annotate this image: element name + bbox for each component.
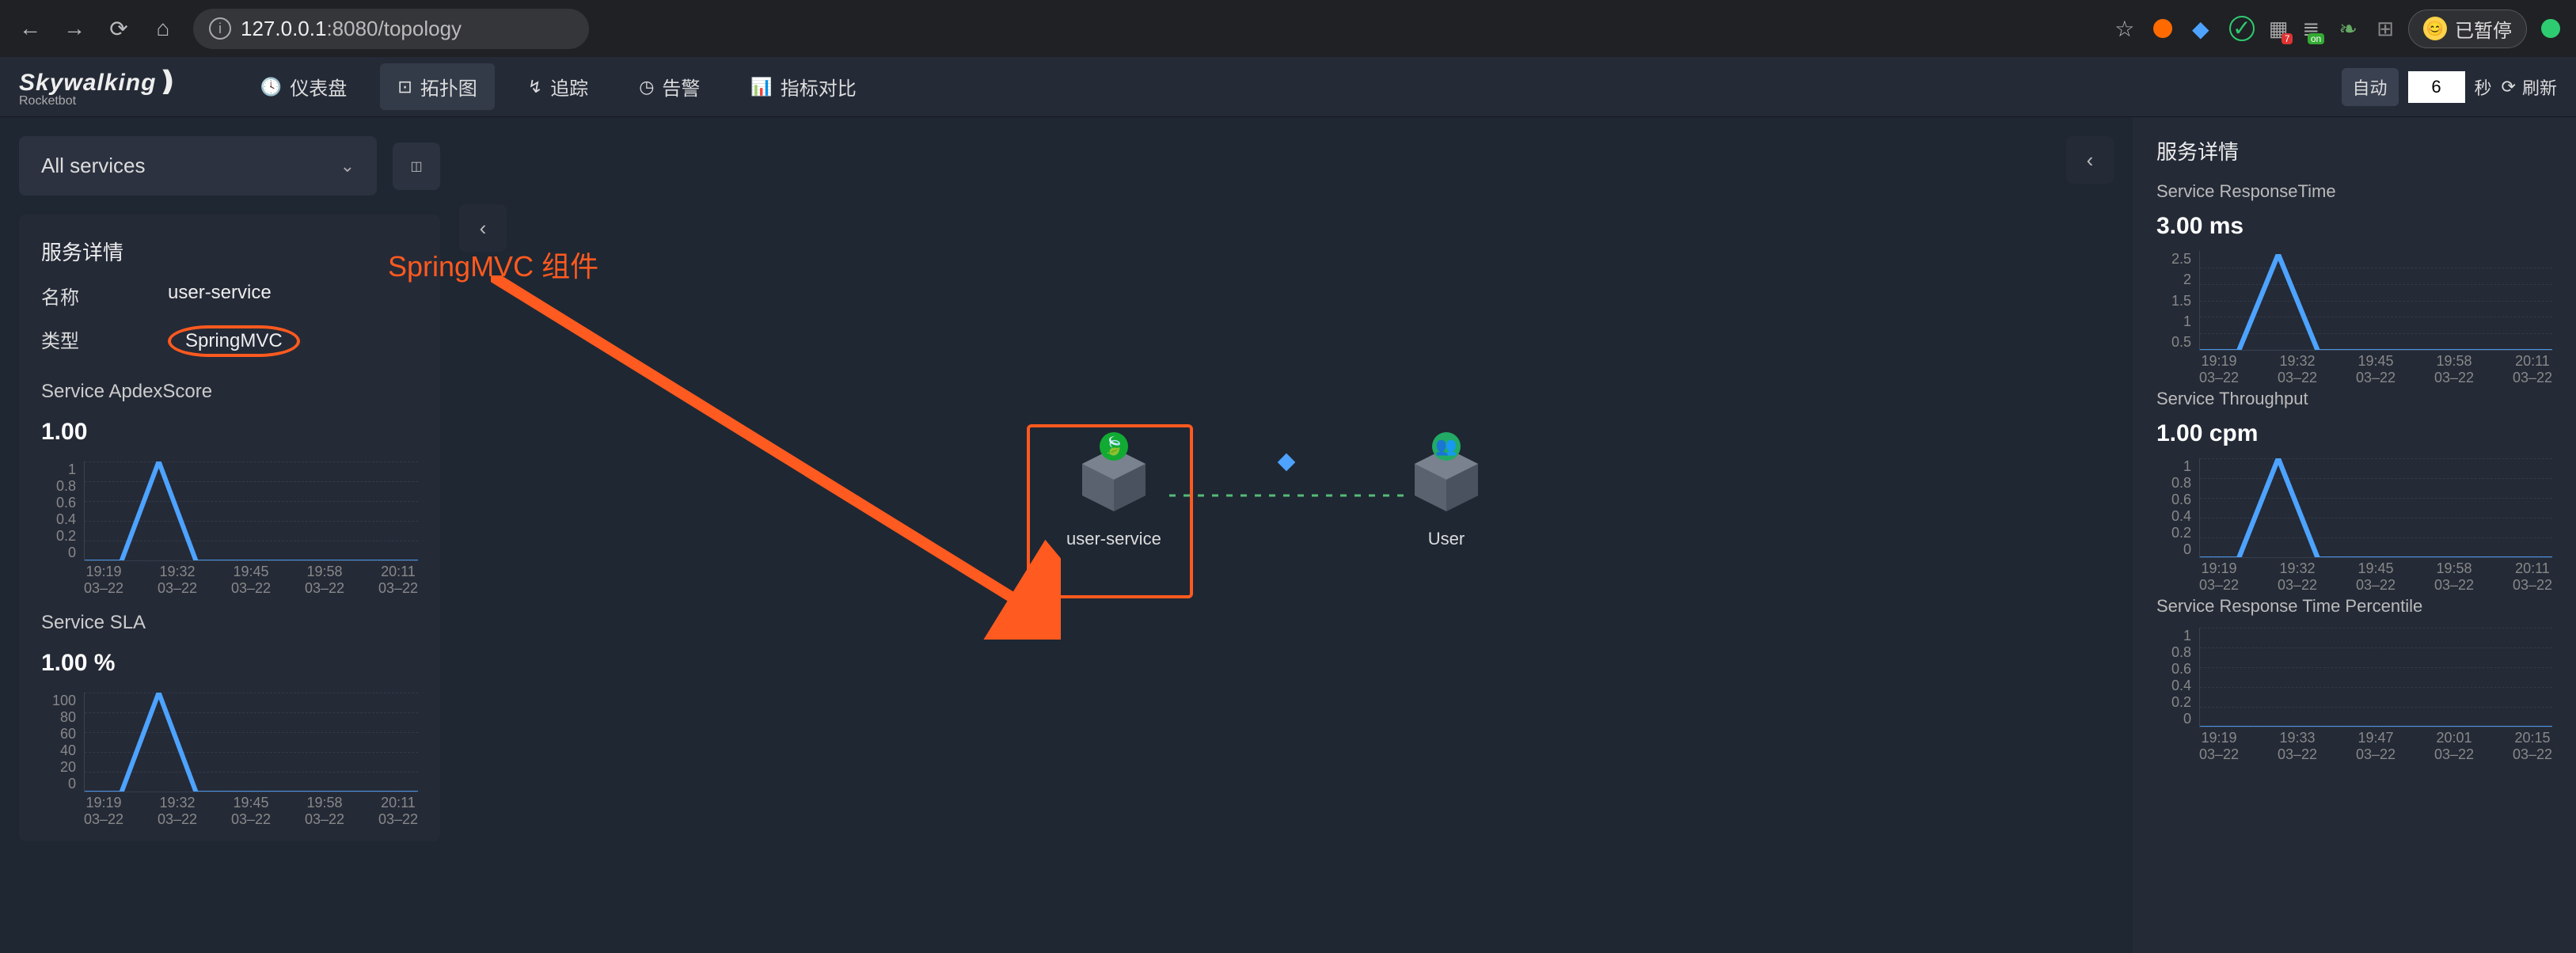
pct-title: Service Response Time Percentile [2156,596,2552,617]
browser-toolbar-right: ☆ ◆ ✓ ▦7 ≣on ❧ ⊞ 😊 已暂停 [2111,9,2560,48]
refresh-button[interactable]: ⟳刷新 [2502,74,2557,100]
tab-compare[interactable]: 📊指标对比 [733,63,873,110]
topology-icon: ⊡ [397,77,412,97]
nav-back-icon[interactable]: ← [16,16,44,41]
main-area: All services ⌄ ◫ 服务详情 名称 user-service 类型 S… [0,117,2576,953]
debugger-paused-pill[interactable]: 😊 已暂停 [2408,9,2527,48]
refresh-icon: ⟳ [2502,77,2516,97]
seconds-label: 秒 [2475,74,2492,100]
profile-avatar-icon[interactable] [2541,19,2560,38]
node-label: User [1428,529,1465,549]
nav-home-icon[interactable]: ⌂ [149,16,177,41]
brand-main: Skywalking [19,70,156,97]
header-right: 自动 秒 ⟳刷新 [2342,68,2557,106]
name-value: user-service [168,282,272,309]
site-info-icon[interactable]: i [209,17,231,40]
node-cube-icon: 👥 [1407,440,1486,519]
panel-collapse-right-button[interactable]: ‹ [2066,136,2114,184]
layout-icon: ◫ [410,158,422,174]
extension-diamond-icon[interactable]: ◆ [2187,16,2215,42]
compare-icon: 📊 [750,77,772,97]
tab-trace[interactable]: ↯追踪 [511,63,606,110]
service-filter-select[interactable]: All services ⌄ [19,136,377,196]
extension-list-icon[interactable]: ≣on [2302,17,2320,41]
brand-sub: Rocketbot [19,94,180,108]
chevron-down-icon: ⌄ [340,156,355,177]
gauge-icon: 🕓 [260,77,282,97]
extension-grid-icon[interactable]: ▦7 [2269,17,2289,41]
apdex-chart: 10.80.60.40.2019:1903–2219:3203–2219:450… [41,461,418,588]
panel-title: 服务详情 [41,237,418,266]
topology-canvas[interactable]: ‹ ‹ SpringMVC 组件 🍃 user-service [459,117,2133,953]
apdex-title: Service ApdexScore [41,381,418,403]
type-key: 类型 [41,325,104,357]
app-header: Skywalking❫ Rocketbot 🕓仪表盘 ⊡拓扑图 ↯追踪 ◷告警 … [0,57,2576,117]
tp-value: 1.00 cpm [2156,420,2552,447]
rt-value: 3.00 ms [2156,213,2552,240]
topology-node-user-service[interactable]: 🍃 user-service [1066,440,1161,549]
tab-topology[interactable]: ⊡拓扑图 [380,63,494,110]
tp-title: Service Throughput [2156,389,2552,409]
right-panel-title: 服务详情 [2156,136,2552,165]
browser-chrome: ← → ⟳ ⌂ i 127.0.0.1:8080/topology ☆ ◆ ✓ … [0,0,2576,57]
node-label: user-service [1066,529,1161,549]
trace-icon: ↯ [528,77,542,97]
sla-title: Service SLA [41,612,418,634]
extension-puzzle-icon[interactable]: ⊞ [2377,17,2394,41]
annotation-arrow-icon [491,275,1061,640]
service-detail-panel: 服务详情 名称 user-service 类型 SpringMVC Service … [19,215,440,841]
type-value-text: SpringMVC [168,325,300,357]
tab-dashboard[interactable]: 🕓仪表盘 [243,63,364,110]
extension-check-icon[interactable]: ✓ [2229,16,2255,41]
service-filter-label: All services [41,154,145,178]
topology-edge [1169,472,1407,519]
type-value: SpringMVC [168,325,300,357]
nav-reload-icon[interactable]: ⟳ [104,16,133,42]
main-nav: 🕓仪表盘 ⊡拓扑图 ↯追踪 ◷告警 📊指标对比 [243,63,874,110]
sla-chart: 10080604020019:1903–2219:3203–2219:4503–… [41,693,418,819]
rt-chart: 2.521.510.519:1903–2219:3203–2219:4503–2… [2156,251,2552,378]
sla-value: 1.00 % [41,650,418,677]
apdex-value: 1.00 [41,419,418,446]
name-key: 名称 [41,282,104,309]
extension-leaf-icon[interactable]: ❧ [2334,16,2362,42]
address-bar[interactable]: i 127.0.0.1:8080/topology [193,9,589,49]
nav-forward-icon[interactable]: → [60,16,89,41]
interval-input[interactable] [2408,71,2465,103]
auto-refresh-toggle[interactable]: 自动 [2342,68,2399,106]
topology-node-user[interactable]: 👥 User [1407,440,1486,549]
url-text: 127.0.0.1:8080/topology [241,17,462,41]
tp-chart: 10.80.60.40.2019:1903–2219:3203–2219:450… [2156,458,2552,585]
node-cube-icon: 🍃 [1074,440,1153,519]
tab-alarm[interactable]: ◷告警 [621,63,717,110]
rt-title: Service ResponseTime [2156,181,2552,202]
layout-toggle-button[interactable]: ◫ [393,142,440,190]
left-column: All services ⌄ ◫ 服务详情 名称 user-service 类型 S… [0,117,459,953]
users-icon: 👥 [1432,432,1461,461]
spring-leaf-icon: 🍃 [1100,432,1128,461]
brand-logo: Skywalking❫ Rocketbot [19,66,180,108]
edge-marker-icon [1278,454,1296,472]
right-column: 服务详情 Service ResponseTime 3.00 ms 2.521.… [2133,117,2576,953]
alarm-icon: ◷ [639,77,654,97]
pct-chart: 10.80.60.40.2019:1903–2219:3303–2219:470… [2156,628,2552,754]
paused-label: 已暂停 [2455,15,2512,43]
extension-orange-icon[interactable] [2153,19,2172,38]
bookmark-star-icon[interactable]: ☆ [2111,16,2139,42]
face-icon: 😊 [2423,17,2447,40]
